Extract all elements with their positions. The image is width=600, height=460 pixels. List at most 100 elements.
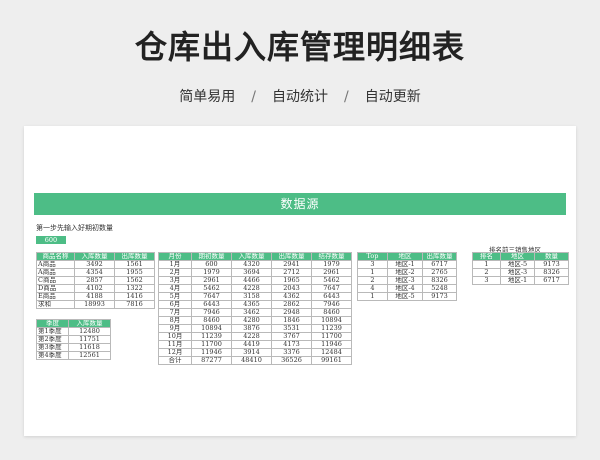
table-cell[interactable]: 1322	[114, 284, 155, 293]
table-cell[interactable]: 6717	[534, 276, 569, 285]
table-cell[interactable]: 2043	[271, 284, 312, 293]
table-cell[interactable]: 11946	[191, 348, 232, 357]
table-cell[interactable]: 4365	[231, 300, 272, 309]
table-cell[interactable]: 3876	[231, 324, 272, 333]
table-cell[interactable]: 7946	[191, 308, 232, 317]
table-cell[interactable]: 11239	[311, 324, 352, 333]
table-cell[interactable]: 4320	[231, 260, 272, 269]
table-cell[interactable]: 6443	[191, 300, 232, 309]
table-cell[interactable]: 第4季度	[36, 351, 69, 360]
table-cell[interactable]: 4月	[158, 284, 192, 293]
table-cell[interactable]: 4188	[74, 292, 115, 301]
table-cell[interactable]: 1965	[271, 276, 312, 285]
table-cell[interactable]: 3158	[231, 292, 272, 301]
table-cell[interactable]: 2857	[74, 276, 115, 285]
table-cell[interactable]: 4173	[271, 340, 312, 349]
table-cell[interactable]: 2862	[271, 300, 312, 309]
table-cell[interactable]: 5462	[191, 284, 232, 293]
table-cell[interactable]: 11700	[311, 332, 352, 341]
table-cell[interactable]: 18993	[74, 300, 115, 309]
table-cell[interactable]: 2712	[271, 268, 312, 277]
table-cell[interactable]: 2	[472, 268, 501, 277]
table-cell[interactable]: 4102	[74, 284, 115, 293]
table-cell[interactable]: 7月	[158, 308, 192, 317]
table-cell[interactable]: 3531	[271, 324, 312, 333]
table-cell[interactable]: 第3季度	[36, 343, 69, 352]
table-cell[interactable]: 5248	[422, 284, 457, 293]
table-cell[interactable]: 3914	[231, 348, 272, 357]
table-cell[interactable]: 11946	[311, 340, 352, 349]
table-cell[interactable]: 1	[357, 268, 388, 277]
table-cell[interactable]: 求和	[36, 300, 75, 309]
table-cell[interactable]: 7946	[311, 300, 352, 309]
table-cell[interactable]: 地区-5	[387, 292, 423, 301]
table-cell[interactable]: 6月	[158, 300, 192, 309]
table-cell[interactable]: 1月	[158, 260, 192, 269]
table-cell[interactable]: 12480	[68, 327, 111, 336]
table-cell[interactable]: E商品	[36, 292, 75, 301]
table-cell[interactable]: 3767	[271, 332, 312, 341]
table-cell[interactable]: 600	[191, 260, 232, 269]
table-cell[interactable]: 12561	[68, 351, 111, 360]
table-cell[interactable]: 4362	[271, 292, 312, 301]
table-cell[interactable]: 1846	[271, 316, 312, 325]
table-cell[interactable]: 地区-2	[387, 268, 423, 277]
table-cell[interactable]: 地区-1	[387, 260, 423, 269]
table-cell[interactable]: 3492	[74, 260, 115, 269]
table-cell[interactable]: 地区-4	[387, 284, 423, 293]
table-cell[interactable]: 36526	[271, 356, 312, 365]
table-cell[interactable]: 2月	[158, 268, 192, 277]
table-cell[interactable]: 6717	[422, 260, 457, 269]
table-cell[interactable]: 3462	[231, 308, 272, 317]
table-cell[interactable]: 4280	[231, 316, 272, 325]
table-cell[interactable]: 2	[357, 276, 388, 285]
table-cell[interactable]: 地区-3	[387, 276, 423, 285]
table-cell[interactable]: A商品	[36, 260, 75, 269]
table-cell[interactable]: 1562	[114, 276, 155, 285]
table-cell[interactable]: 4	[357, 284, 388, 293]
table-cell[interactable]: A商品	[36, 268, 75, 277]
table-cell[interactable]: 3	[472, 276, 501, 285]
table-cell[interactable]: 5462	[311, 276, 352, 285]
table-cell[interactable]: 4228	[231, 332, 272, 341]
table-cell[interactable]: 87277	[191, 356, 232, 365]
table-cell[interactable]: 6443	[311, 292, 352, 301]
table-cell[interactable]: 1979	[311, 260, 352, 269]
table-cell[interactable]: 合计	[158, 356, 192, 365]
table-cell[interactable]: 4228	[231, 284, 272, 293]
table-cell[interactable]: 1561	[114, 260, 155, 269]
table-cell[interactable]: 3月	[158, 276, 192, 285]
table-cell[interactable]: 11618	[68, 343, 111, 352]
table-cell[interactable]: 9173	[422, 292, 457, 301]
table-cell[interactable]: 11239	[191, 332, 232, 341]
table-cell[interactable]: 11700	[191, 340, 232, 349]
table-cell[interactable]: 第1季度	[36, 327, 69, 336]
table-cell[interactable]: 10894	[311, 316, 352, 325]
table-cell[interactable]: 2961	[191, 276, 232, 285]
table-cell[interactable]: D商品	[36, 284, 75, 293]
table-cell[interactable]: 地区-5	[500, 260, 535, 269]
table-cell[interactable]: 4466	[231, 276, 272, 285]
initial-quantity-cell[interactable]: 600	[36, 236, 66, 244]
table-cell[interactable]: 1416	[114, 292, 155, 301]
table-cell[interactable]: 99161	[311, 356, 352, 365]
table-cell[interactable]: 12月	[158, 348, 192, 357]
table-cell[interactable]: 9月	[158, 324, 192, 333]
table-cell[interactable]: 1	[472, 260, 501, 269]
table-cell[interactable]: 12484	[311, 348, 352, 357]
table-cell[interactable]: 1979	[191, 268, 232, 277]
table-cell[interactable]: 1955	[114, 268, 155, 277]
table-cell[interactable]: 地区-1	[500, 276, 535, 285]
table-cell[interactable]: 9173	[534, 260, 569, 269]
table-cell[interactable]: 3376	[271, 348, 312, 357]
table-cell[interactable]: 48410	[231, 356, 272, 365]
table-cell[interactable]: 2961	[311, 268, 352, 277]
table-cell[interactable]: 3	[357, 260, 388, 269]
table-cell[interactable]: 4419	[231, 340, 272, 349]
table-cell[interactable]: 8460	[191, 316, 232, 325]
table-cell[interactable]: 地区-3	[500, 268, 535, 277]
table-cell[interactable]: 8月	[158, 316, 192, 325]
table-cell[interactable]: 5月	[158, 292, 192, 301]
table-cell[interactable]: 1	[357, 292, 388, 301]
table-cell[interactable]: 8326	[422, 276, 457, 285]
